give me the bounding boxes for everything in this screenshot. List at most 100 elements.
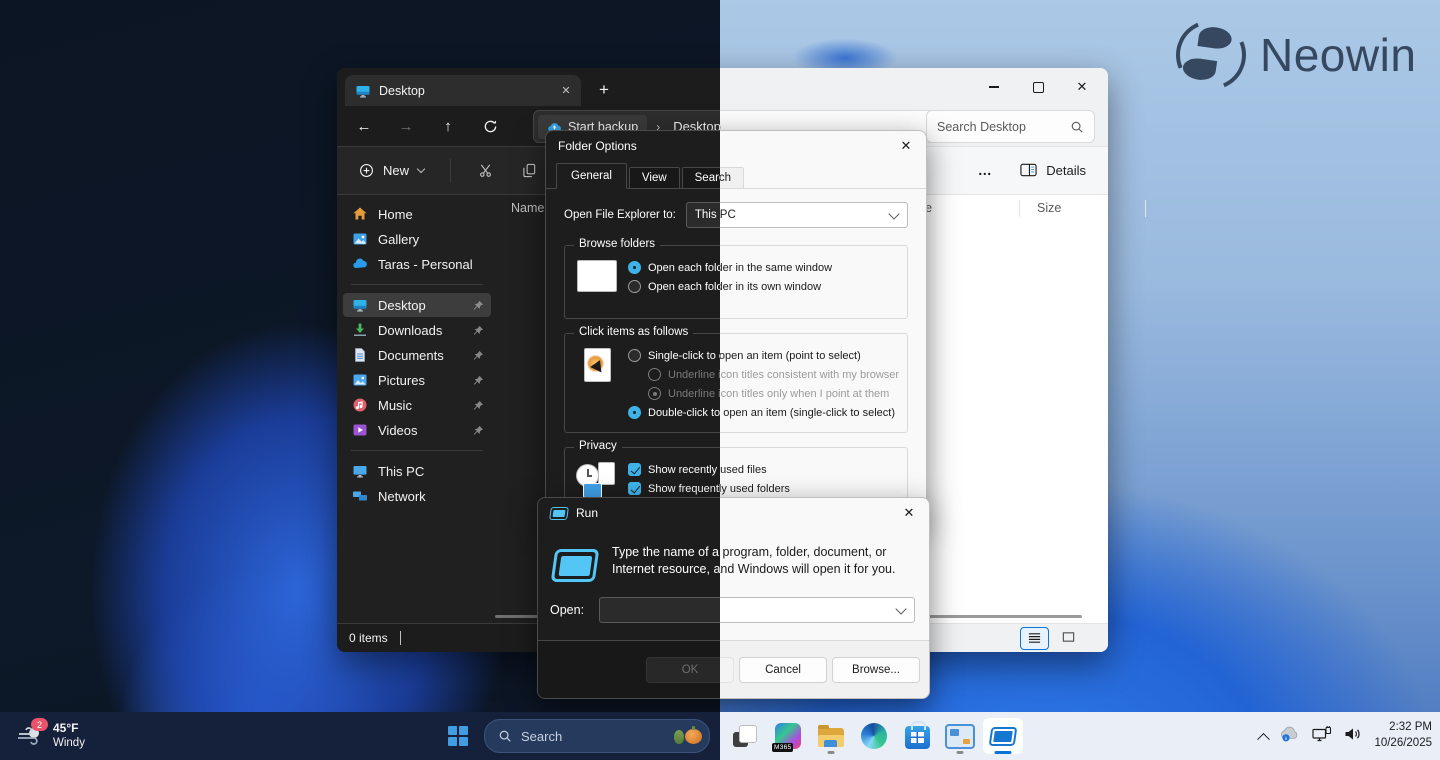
- details-pane-icon: [1020, 163, 1037, 177]
- cut-icon: [478, 163, 493, 178]
- videos-icon: [352, 422, 368, 438]
- sidebar-item-desktop[interactable]: Desktop: [343, 293, 491, 317]
- browse-folders-icon: [577, 260, 617, 292]
- radio-icon[interactable]: [648, 387, 661, 400]
- sidebar-item-label: Taras - Personal: [378, 257, 473, 272]
- taskbar-search-label: Search: [521, 729, 562, 744]
- weather-temperature: 45°F: [53, 721, 85, 737]
- taskbar-icon-store[interactable]: [897, 718, 937, 754]
- maximize-button[interactable]: [1016, 68, 1060, 106]
- explorer-sidebar: Home Gallery Taras - Personal Desktop Do…: [341, 196, 493, 624]
- gallery-icon: [352, 231, 368, 247]
- back-button[interactable]: ←: [343, 110, 385, 142]
- close-button[interactable]: ✕: [1060, 68, 1104, 106]
- checkbox-icon[interactable]: [628, 482, 641, 495]
- search-icon: [1070, 120, 1084, 134]
- radio-icon[interactable]: [628, 280, 641, 293]
- tray-overflow-chevron-icon[interactable]: [1258, 732, 1271, 745]
- volume-tray-icon[interactable]: [1344, 727, 1362, 746]
- details-toggle[interactable]: Details: [1010, 153, 1096, 187]
- radio-icon[interactable]: [628, 261, 641, 274]
- task-view-button[interactable]: [725, 718, 765, 754]
- new-tab-button[interactable]: +: [591, 77, 617, 103]
- click-items-icon: [584, 348, 611, 382]
- forward-button[interactable]: →: [385, 110, 427, 142]
- sidebar-item-downloads[interactable]: Downloads: [343, 318, 491, 342]
- column-header-name[interactable]: Name: [511, 201, 544, 215]
- seasonal-pumpkins-icon: [674, 729, 702, 744]
- refresh-button[interactable]: [469, 110, 511, 142]
- window-controls: ✕: [972, 68, 1104, 106]
- task-view-icon: [733, 724, 757, 748]
- icons-view-toggle[interactable]: [1055, 627, 1082, 648]
- radio-icon[interactable]: [648, 368, 661, 381]
- copy-button[interactable]: [509, 154, 549, 188]
- cut-button[interactable]: [465, 154, 505, 188]
- taskbar-icon-edge[interactable]: [854, 718, 894, 754]
- checkbox-icon[interactable]: [628, 463, 641, 476]
- sidebar-item-gallery[interactable]: Gallery: [343, 227, 491, 251]
- clock-time: 2:32 PM: [1389, 720, 1432, 736]
- radio-icon[interactable]: [628, 349, 641, 362]
- column-header-size[interactable]: Size: [1037, 201, 1061, 215]
- close-icon[interactable]: ✕: [891, 500, 927, 526]
- close-icon[interactable]: ✕: [888, 133, 924, 159]
- tab-view[interactable]: View: [629, 167, 680, 188]
- file-explorer-icon: [818, 728, 844, 747]
- pictures-icon: [352, 372, 368, 388]
- new-plus-icon: [359, 163, 374, 178]
- sidebar-item-pictures[interactable]: Pictures: [343, 368, 491, 392]
- sidebar-item-network[interactable]: Network: [343, 484, 491, 508]
- microsoft-store-icon: [905, 726, 930, 749]
- column-separator[interactable]: [1019, 200, 1020, 217]
- pin-icon: [473, 325, 484, 336]
- neowin-logo-icon: [1165, 9, 1256, 100]
- search-icon: [498, 729, 512, 743]
- pin-icon: [473, 400, 484, 411]
- network-tray-icon[interactable]: [1312, 726, 1332, 747]
- onedrive-tray-icon[interactable]: [1280, 726, 1300, 747]
- group-legend: Privacy: [574, 440, 622, 452]
- neowin-logo-text: Neowin: [1260, 28, 1416, 82]
- m365-badge: M365: [772, 743, 793, 752]
- new-button-label: New: [383, 163, 409, 178]
- new-button[interactable]: New: [347, 154, 436, 188]
- radio-icon[interactable]: [628, 406, 641, 419]
- pin-icon: [473, 425, 484, 436]
- sidebar-item-onedrive-personal[interactable]: Taras - Personal: [343, 252, 491, 276]
- cancel-button[interactable]: Cancel: [739, 657, 827, 683]
- sidebar-item-documents[interactable]: Documents: [343, 343, 491, 367]
- taskbar-icon-run[interactable]: [983, 718, 1023, 754]
- taskbar-search-box[interactable]: Search: [484, 719, 710, 753]
- start-button[interactable]: [438, 718, 478, 754]
- see-more-button[interactable]: …: [968, 153, 1002, 187]
- sidebar-divider: [351, 284, 483, 285]
- music-icon: [352, 397, 368, 413]
- m365-copilot-icon: M365: [775, 723, 801, 749]
- tab-general[interactable]: General: [556, 163, 627, 189]
- chevron-down-icon: [417, 165, 425, 173]
- column-separator[interactable]: [1145, 200, 1146, 217]
- sidebar-item-this-pc[interactable]: This PC: [343, 459, 491, 483]
- sidebar-item-videos[interactable]: Videos: [343, 418, 491, 442]
- sidebar-item-label: Desktop: [378, 298, 426, 313]
- sidebar-item-label: Videos: [378, 423, 418, 438]
- explorer-search-box[interactable]: Search Desktop: [926, 110, 1095, 143]
- explorer-tab-desktop[interactable]: Desktop ✕: [345, 75, 581, 106]
- widgets-button[interactable]: 2 45°F Windy: [6, 716, 95, 756]
- copy-icon: [522, 163, 537, 178]
- desktop-icon: [355, 83, 371, 99]
- details-view-toggle[interactable]: [1020, 627, 1049, 650]
- sidebar-divider: [351, 450, 483, 451]
- tab-close-icon[interactable]: ✕: [557, 82, 575, 100]
- sidebar-item-label: Home: [378, 207, 413, 222]
- taskbar-icon-folder-options[interactable]: [940, 718, 980, 754]
- up-button[interactable]: ↑: [427, 110, 469, 142]
- taskbar-clock[interactable]: 2:32 PM 10/26/2025: [1374, 720, 1432, 751]
- taskbar-icon-file-explorer[interactable]: [811, 718, 851, 754]
- sidebar-item-home[interactable]: Home: [343, 202, 491, 226]
- browse-button[interactable]: Browse...: [832, 657, 920, 683]
- minimize-button[interactable]: [972, 68, 1016, 106]
- sidebar-item-music[interactable]: Music: [343, 393, 491, 417]
- taskbar-icon-m365-copilot[interactable]: M365: [768, 718, 808, 754]
